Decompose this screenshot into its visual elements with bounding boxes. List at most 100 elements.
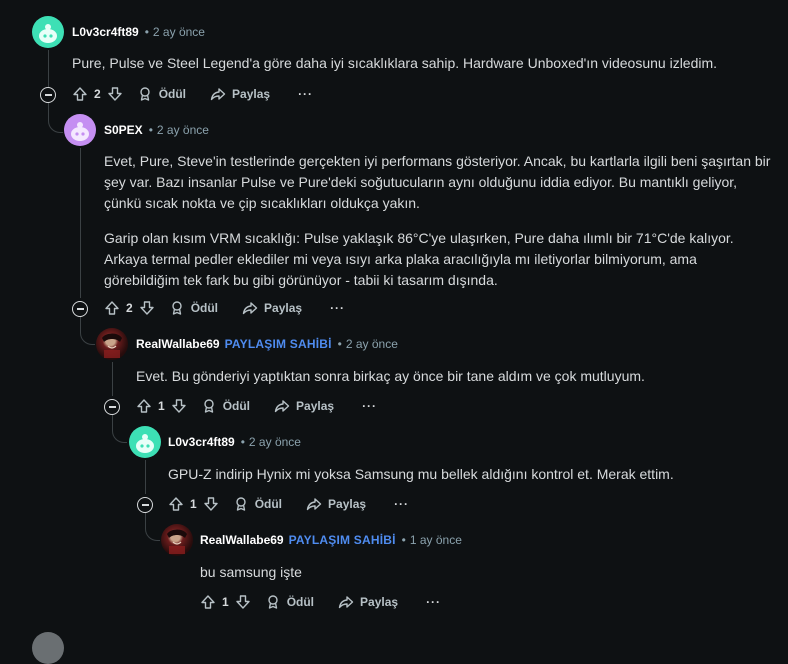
- thread-line: [145, 460, 146, 494]
- award-label: Ödül: [222, 399, 251, 413]
- user-avatar[interactable]: [96, 328, 128, 360]
- action-bar: 1 Ödül Paylaş ···: [168, 493, 409, 515]
- more-options-button[interactable]: ···: [298, 87, 313, 101]
- upvote-button[interactable]: [104, 300, 120, 316]
- upvote-button[interactable]: [136, 398, 152, 414]
- upvote-button[interactable]: [200, 594, 216, 610]
- username[interactable]: S0PEX: [104, 123, 143, 137]
- more-options-button[interactable]: ···: [362, 399, 377, 413]
- comment-body: GPU-Z indirip Hynix mi yoksa Samsung mu …: [168, 464, 772, 485]
- award-label: Ödül: [190, 301, 219, 315]
- timestamp[interactable]: 2 ay önce: [249, 435, 301, 449]
- timestamp[interactable]: 2 ay önce: [346, 337, 398, 351]
- award-label: Ödül: [158, 87, 187, 101]
- comment-meta: RealWallabe69 PAYLAŞIM SAHİBİ • 2 ay önc…: [136, 337, 398, 351]
- downvote-icon: [235, 595, 250, 609]
- thread-curve: [48, 114, 63, 133]
- collapse-icon[interactable]: [40, 87, 56, 103]
- share-icon: [242, 302, 258, 315]
- comment-body: Evet. Bu gönderiyi yaptıktan sonra birka…: [136, 366, 772, 387]
- award-icon: [139, 87, 150, 101]
- action-bar: 1 Ödül Paylaş ···: [200, 591, 441, 613]
- downvote-icon: [139, 301, 154, 315]
- award-label: Ödül: [286, 595, 315, 609]
- award-button[interactable]: Ödül: [137, 86, 186, 102]
- thread-curve: [112, 424, 127, 443]
- share-label: Paylaş: [264, 301, 303, 315]
- share-button[interactable]: Paylaş: [338, 594, 398, 610]
- snoo-avatar[interactable]: [64, 114, 96, 146]
- comment-paragraph: Evet, Pure, Steve'in testlerinde gerçekt…: [104, 153, 771, 211]
- comment-paragraph: Pure, Pulse ve Steel Legend'a göre daha …: [72, 55, 718, 71]
- share-label: Paylaş: [296, 399, 335, 413]
- award-button[interactable]: Ödül: [233, 496, 282, 512]
- comment-paragraph: bu samsung işte: [200, 564, 302, 580]
- thread-line: [112, 362, 113, 396]
- share-button[interactable]: Paylaş: [242, 300, 302, 316]
- meta-separator: •: [240, 435, 245, 449]
- downvote-button[interactable]: [107, 86, 123, 102]
- downvote-icon: [171, 399, 186, 413]
- award-icon: [171, 301, 182, 315]
- comment-paragraph: GPU-Z indirip Hynix mi yoksa Samsung mu …: [168, 466, 674, 482]
- more-options-button[interactable]: ···: [330, 301, 345, 315]
- downvote-button[interactable]: [235, 594, 251, 610]
- award-button[interactable]: Ödül: [265, 594, 314, 610]
- collapse-icon[interactable]: [72, 301, 88, 317]
- comment-body: Evet, Pure, Steve'in testlerinde gerçekt…: [104, 151, 772, 291]
- timestamp[interactable]: 2 ay önce: [157, 123, 209, 137]
- more-options-button[interactable]: ···: [394, 497, 409, 511]
- downvote-button[interactable]: [139, 300, 155, 316]
- comment-meta: L0v3cr4ft89 • 2 ay önce: [168, 435, 301, 449]
- timestamp[interactable]: 1 ay önce: [410, 533, 462, 547]
- timestamp[interactable]: 2 ay önce: [153, 25, 205, 39]
- snoo-avatar[interactable]: [129, 426, 161, 458]
- share-button[interactable]: Paylaş: [306, 496, 366, 512]
- username[interactable]: L0v3cr4ft89: [168, 435, 235, 449]
- op-badge: PAYLAŞIM SAHİBİ: [288, 533, 396, 547]
- downvote-button[interactable]: [203, 496, 219, 512]
- share-label: Paylaş: [328, 497, 367, 511]
- vote-count: 2: [94, 87, 101, 101]
- comment-meta: RealWallabe69 PAYLAŞIM SAHİBİ • 1 ay önc…: [200, 533, 462, 547]
- username[interactable]: RealWallabe69: [200, 533, 284, 547]
- username[interactable]: L0v3cr4ft89: [72, 25, 139, 39]
- user-avatar[interactable]: [161, 524, 193, 556]
- share-label: Paylaş: [360, 595, 399, 609]
- vote-count: 1: [158, 399, 165, 413]
- vote-count: 2: [126, 301, 133, 315]
- share-icon: [274, 400, 290, 413]
- award-icon: [267, 595, 278, 609]
- award-button[interactable]: Ödül: [201, 398, 250, 414]
- collapse-icon[interactable]: [137, 497, 153, 513]
- meta-separator: •: [401, 533, 406, 547]
- award-button[interactable]: Ödül: [169, 300, 218, 316]
- more-options-button[interactable]: ···: [426, 595, 441, 609]
- op-badge: PAYLAŞIM SAHİBİ: [224, 337, 332, 351]
- share-button[interactable]: Paylaş: [210, 86, 270, 102]
- comment-meta: L0v3cr4ft89 • 2 ay önce: [72, 25, 205, 39]
- share-button[interactable]: Paylaş: [274, 398, 334, 414]
- snoo-avatar[interactable]: [32, 16, 64, 48]
- share-icon: [338, 596, 354, 609]
- thread-line: [48, 50, 49, 92]
- downvote-icon: [203, 497, 218, 511]
- downvote-button[interactable]: [171, 398, 187, 414]
- thread-curve: [145, 522, 160, 541]
- meta-separator: •: [148, 123, 153, 137]
- award-icon: [235, 497, 246, 511]
- thread-line: [80, 148, 81, 298]
- username[interactable]: RealWallabe69: [136, 337, 220, 351]
- comment-body: Pure, Pulse ve Steel Legend'a göre daha …: [72, 53, 772, 74]
- meta-separator: •: [337, 337, 342, 351]
- user-avatar[interactable]: [32, 632, 64, 664]
- upvote-icon: [169, 497, 183, 511]
- vote-count: 1: [222, 595, 229, 609]
- meta-separator: •: [144, 25, 149, 39]
- thread-curve: [80, 326, 95, 345]
- award-icon: [203, 399, 214, 413]
- upvote-button[interactable]: [72, 86, 88, 102]
- action-bar: 2 Ödül Paylaş ···: [72, 83, 313, 105]
- upvote-button[interactable]: [168, 496, 184, 512]
- collapse-icon[interactable]: [104, 399, 120, 415]
